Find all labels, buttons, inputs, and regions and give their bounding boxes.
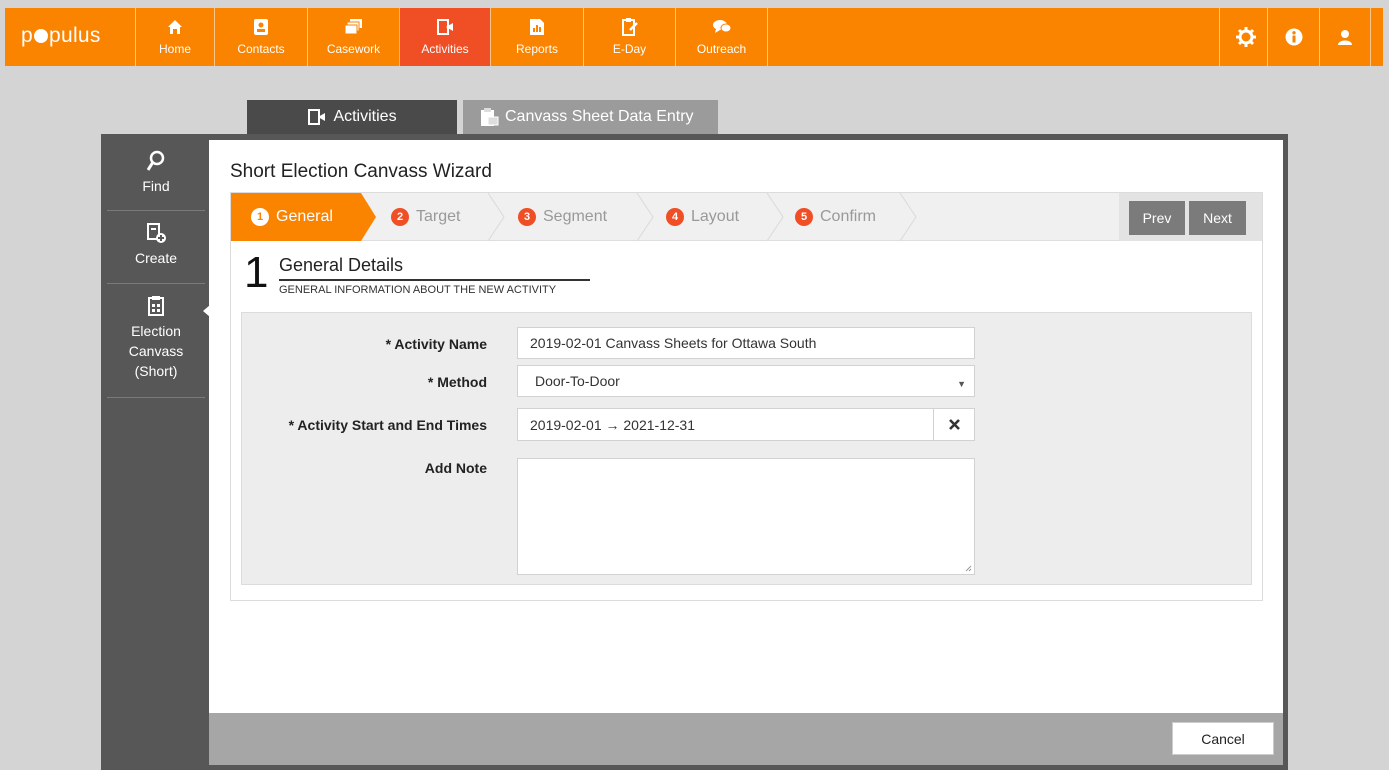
activity-name-label: * Activity Name — [385, 336, 487, 352]
section-title: General Details — [279, 255, 404, 275]
content-panel: Short Election Canvass Wizard 1 General … — [209, 140, 1283, 713]
sidebar-election-canvass-label-line3: (Short) — [134, 363, 178, 379]
nav-home-label: Home — [158, 42, 191, 56]
nav-contacts[interactable]: Contacts — [214, 8, 307, 66]
sidebar-item-find[interactable]: Find — [107, 140, 205, 211]
nav-outreach-label: Outreach — [696, 42, 747, 56]
chevron-down-icon: ▼ — [957, 379, 966, 389]
nav-reports-label: Reports — [515, 42, 559, 56]
section-subtitle: GENERAL INFORMATION ABOUT THE NEW ACTIVI… — [279, 284, 557, 296]
home-icon — [168, 20, 182, 34]
sidebar-find-label: Find — [142, 178, 170, 194]
nav-activities-label: Activities — [421, 42, 469, 56]
user-icon — [1338, 30, 1352, 45]
nav-casework[interactable]: Casework — [307, 8, 399, 66]
activity-times-value: 2019-02-01 → 2021-12-31 — [530, 416, 696, 433]
step-label: General — [276, 208, 333, 225]
settings-button[interactable] — [1219, 8, 1271, 66]
step-separator-icon — [636, 193, 654, 241]
step-general[interactable]: 1 General — [231, 193, 376, 241]
section-divider — [279, 279, 590, 281]
activities-icon — [437, 19, 453, 35]
activities-icon — [308, 109, 326, 125]
top-navbar: p pulus Home Contacts Casework Activities… — [5, 8, 1383, 66]
step-number: 3 — [518, 208, 536, 226]
activity-times-label: * Activity Start and End Times — [288, 417, 487, 433]
tab-activities-label: Activities — [333, 108, 397, 125]
nav-home[interactable]: Home — [135, 8, 214, 66]
populus-logo[interactable]: p pulus — [21, 24, 101, 48]
info-button[interactable] — [1267, 8, 1319, 66]
search-icon — [147, 150, 165, 171]
step-layout[interactable]: 4 Layout — [666, 193, 739, 241]
settings-icon — [1235, 27, 1256, 47]
wizard: 1 General 2 Target 3 Segment 4 Layout 5 … — [230, 192, 1263, 601]
nav-reports[interactable]: Reports — [490, 8, 583, 66]
close-icon — [948, 419, 960, 430]
sidebar-item-election-canvass[interactable]: Election Canvass (Short) — [107, 284, 205, 398]
nav-casework-label: Casework — [326, 42, 381, 56]
tab-canvass-label: Canvass Sheet Data Entry — [505, 108, 694, 125]
contacts-icon — [254, 19, 268, 35]
add-note-textarea[interactable] — [517, 458, 975, 575]
tab-activities[interactable]: Activities — [247, 100, 457, 134]
prev-button[interactable]: Prev — [1129, 201, 1185, 235]
step-label: Segment — [543, 208, 608, 225]
resize-handle-icon[interactable] — [965, 565, 972, 572]
step-number: 2 — [391, 208, 409, 226]
step-number: 1 — [251, 208, 269, 226]
step-label: Confirm — [820, 208, 877, 225]
nav-activities[interactable]: Activities — [399, 8, 490, 66]
step-target[interactable]: 2 Target — [391, 193, 460, 241]
step-label: Target — [416, 208, 461, 225]
activity-name-value: 2019-02-01 Canvass Sheets for Ottawa Sou… — [530, 335, 817, 351]
wizard-footer: Cancel — [209, 713, 1283, 765]
eday-icon — [621, 18, 638, 36]
add-note-label: Add Note — [424, 460, 487, 476]
wizard-title: Short Election Canvass Wizard — [230, 161, 492, 182]
nav-outreach[interactable]: Outreach — [675, 8, 768, 66]
logo-text: p pulus — [21, 24, 101, 47]
outreach-icon — [712, 20, 731, 33]
wizard-steps: 1 General 2 Target 3 Segment 4 Layout 5 … — [231, 193, 1262, 241]
step-number: 5 — [795, 208, 813, 226]
method-select[interactable]: Door-To-Door ▼ — [517, 365, 975, 397]
method-value: Door-To-Door — [535, 373, 620, 389]
sidebar-item-create[interactable]: Create — [107, 211, 205, 284]
next-button[interactable]: Next — [1189, 201, 1246, 235]
clipboard-icon — [481, 108, 499, 126]
step-number: 4 — [666, 208, 684, 226]
create-icon — [147, 223, 166, 243]
activity-name-input[interactable]: 2019-02-01 Canvass Sheets for Ottawa Sou… — [517, 327, 975, 359]
clear-dates-button[interactable] — [933, 409, 974, 440]
sidebar-election-canvass-label-line1: Election — [131, 323, 181, 339]
method-label: * Method — [427, 374, 487, 390]
nav-eday[interactable]: E-Day — [583, 8, 675, 66]
step-segment[interactable]: 3 Segment — [518, 193, 607, 241]
sidebar-election-canvass-label-line2: Canvass — [128, 343, 184, 359]
section-number: 1 — [244, 248, 269, 297]
activity-times-input[interactable]: 2019-02-01 → 2021-12-31 — [517, 408, 975, 441]
step-confirm[interactable]: 5 Confirm — [795, 193, 876, 241]
step-separator-icon — [487, 193, 505, 241]
cancel-button[interactable]: Cancel — [1172, 722, 1274, 755]
step-separator-icon — [899, 193, 917, 241]
casework-icon — [344, 19, 362, 35]
sidebar-create-label: Create — [134, 250, 178, 266]
sidebar: Find Create Election Canvass (Short) — [107, 140, 205, 770]
step-label: Layout — [691, 208, 740, 225]
step-separator-icon — [766, 193, 784, 241]
nav-contacts-label: Contacts — [237, 42, 285, 56]
clipboard-icon — [148, 296, 164, 316]
tab-canvass-sheet-data-entry[interactable]: Canvass Sheet Data Entry — [463, 100, 718, 134]
general-details-form: * Activity Name 2019-02-01 Canvass Sheet… — [241, 312, 1252, 585]
reports-icon — [530, 19, 544, 35]
user-button[interactable] — [1319, 8, 1371, 66]
nav-eday-label: E-Day — [612, 42, 647, 56]
info-icon — [1285, 28, 1302, 46]
